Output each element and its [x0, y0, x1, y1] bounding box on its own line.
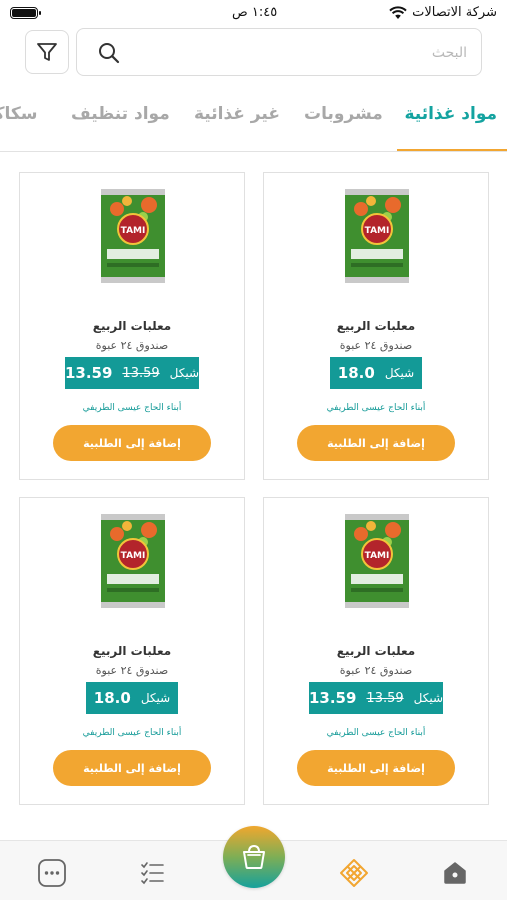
categories-icon — [340, 859, 368, 887]
vendor-name[interactable]: أبناء الحاج عيسى الطريفي — [20, 403, 244, 413]
search-icon[interactable] — [97, 41, 121, 69]
add-to-order-button[interactable]: إضافة إلى الطلبية — [53, 750, 211, 786]
tab-non-food[interactable]: غير غذائية — [194, 104, 280, 124]
currency-label: شيكل — [140, 691, 171, 705]
tab-candy[interactable]: سكاكر — [0, 104, 37, 124]
product-card[interactable]: TAMI معلبات الربيع صندوق ٢٤ عبوة شيكل 13… — [19, 172, 245, 480]
price-value: 13.59 — [64, 364, 113, 382]
more-icon — [38, 859, 66, 887]
cart-icon — [243, 844, 265, 869]
product-image: TAMI — [345, 514, 409, 608]
nav-home[interactable] — [439, 857, 471, 889]
product-image: TAMI — [101, 189, 165, 283]
status-bar: شركة الاتصالات ١:٤٥ ص — [0, 0, 507, 28]
price-badge: شيكل 18.0 — [86, 682, 178, 714]
currency-label: شيكل — [413, 691, 444, 705]
price-value: 13.59 — [308, 689, 357, 707]
nav-categories[interactable] — [338, 857, 370, 889]
old-price-value: 13.59 — [122, 365, 160, 381]
product-name: معلبات الربيع — [92, 644, 172, 658]
svg-text:TAMI: TAMI — [365, 226, 390, 236]
vendor-name[interactable]: أبناء الحاج عيسى الطريفي — [264, 403, 488, 413]
orders-list-icon — [141, 862, 164, 885]
product-name: معلبات الربيع — [92, 319, 172, 333]
currency-label: شيكل — [384, 366, 415, 380]
filter-button[interactable] — [25, 30, 69, 74]
product-pack-size: صندوق ٢٤ عبوة — [95, 339, 169, 352]
battery-icon — [10, 7, 41, 19]
nav-orders[interactable] — [136, 857, 168, 889]
add-to-order-button[interactable]: إضافة إلى الطلبية — [297, 750, 455, 786]
search-input[interactable] — [147, 41, 467, 65]
svg-text:TAMI: TAMI — [121, 551, 146, 561]
price-badge: شيكل 18.0 — [330, 357, 422, 389]
carrier-name: شركة الاتصالات — [412, 5, 497, 20]
product-image: TAMI — [345, 189, 409, 283]
product-pack-size: صندوق ٢٤ عبوة — [95, 664, 169, 677]
svg-text:TAMI: TAMI — [365, 551, 390, 561]
active-tab-indicator — [397, 149, 507, 151]
clock: ١:٤٥ ص — [232, 5, 278, 20]
product-name: معلبات الربيع — [336, 319, 416, 333]
add-to-order-button[interactable]: إضافة إلى الطلبية — [53, 425, 211, 461]
vendor-name[interactable]: أبناء الحاج عيسى الطريفي — [264, 728, 488, 738]
price-value: 18.0 — [337, 364, 375, 382]
price-badge: شيكل 13.59 13.59 — [309, 682, 443, 714]
product-card[interactable]: TAMI معلبات الربيع صندوق ٢٤ عبوة شيكل 18… — [263, 172, 489, 480]
wifi-icon — [389, 5, 407, 24]
tab-drinks[interactable]: مشروبات — [304, 104, 383, 124]
tab-food[interactable]: مواد غذائية — [404, 104, 497, 124]
product-card[interactable]: TAMI معلبات الربيع صندوق ٢٤ عبوة شيكل 18… — [19, 497, 245, 805]
product-image: TAMI — [101, 514, 165, 608]
old-price-value: 13.59 — [366, 690, 404, 706]
home-icon — [444, 862, 466, 884]
product-card[interactable]: TAMI معلبات الربيع صندوق ٢٤ عبوة شيكل 13… — [263, 497, 489, 805]
vendor-name[interactable]: أبناء الحاج عيسى الطريفي — [20, 728, 244, 738]
nav-more[interactable] — [36, 857, 68, 889]
filter-icon — [37, 43, 57, 61]
product-name: معلبات الربيع — [336, 644, 416, 658]
product-pack-size: صندوق ٢٤ عبوة — [339, 664, 413, 677]
price-badge: شيكل 13.59 13.59 — [65, 357, 199, 389]
add-to-order-button[interactable]: إضافة إلى الطلبية — [297, 425, 455, 461]
cart-button[interactable] — [223, 826, 285, 888]
product-pack-size: صندوق ٢٤ عبوة — [339, 339, 413, 352]
svg-text:TAMI: TAMI — [121, 226, 146, 236]
currency-label: شيكل — [169, 366, 200, 380]
category-tabs: مواد غذائية مشروبات غير غذائية مواد تنظي… — [0, 96, 507, 152]
search-bar[interactable] — [76, 28, 482, 76]
tab-cleaning[interactable]: مواد تنظيف — [71, 104, 170, 124]
price-value: 18.0 — [93, 689, 131, 707]
